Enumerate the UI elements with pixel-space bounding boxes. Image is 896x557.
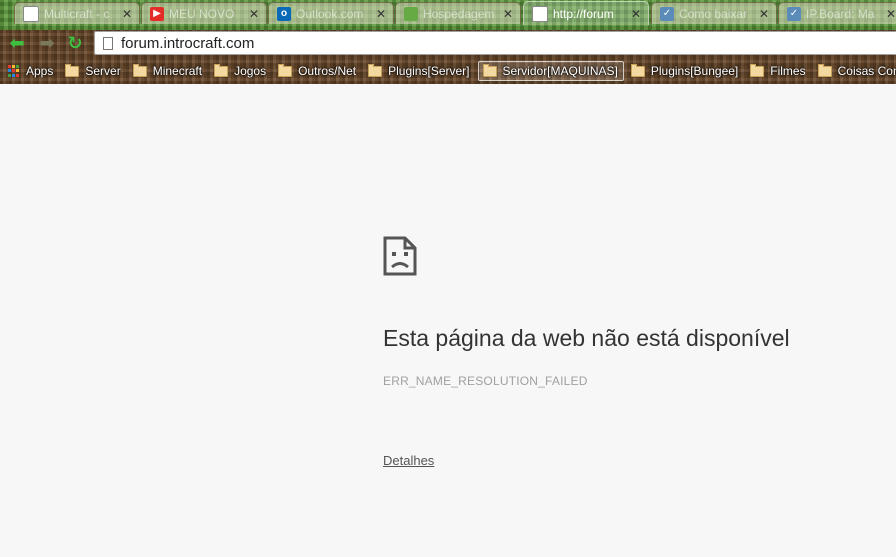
folder-icon: [278, 63, 293, 77]
tab-forum-active[interactable]: http://forum ✕: [523, 1, 649, 25]
forum-icon: ✓: [787, 6, 801, 21]
close-icon[interactable]: ✕: [630, 7, 642, 21]
browser-chrome: Multicraft - c ✕ ▶ MEU NOVO ✕ o Outlook.…: [0, 0, 896, 84]
page-icon: [532, 5, 548, 22]
bookmark-label: Plugins[Bungee]: [650, 64, 739, 78]
bookmark-apps[interactable]: Apps: [4, 61, 58, 81]
bookmark-label: Minecraft: [152, 64, 203, 78]
bookmark-label: Apps: [26, 64, 54, 78]
back-arrow-icon[interactable]: ⬅: [6, 32, 28, 54]
bookmark-folder-coisas-com[interactable]: Coisas Com: [814, 61, 896, 81]
bookmark-folder-plugins-server[interactable]: Plugins[Server]: [364, 61, 474, 81]
tab-strip: Multicraft - c ✕ ▶ MEU NOVO ✕ o Outlook.…: [0, 0, 896, 26]
bookmark-folder-minecraft[interactable]: Minecraft: [129, 61, 207, 81]
folder-icon: [214, 63, 229, 77]
folder-icon: [482, 63, 497, 77]
tab-meu-novo[interactable]: ▶ MEU NOVO ✕: [141, 2, 267, 24]
details-link[interactable]: Detalhes: [383, 453, 434, 468]
bookmark-folder-filmes[interactable]: Filmes: [746, 61, 810, 81]
tab-outlook[interactable]: o Outlook.com ✕: [268, 2, 394, 24]
close-icon[interactable]: ✕: [885, 7, 896, 21]
close-icon[interactable]: ✕: [375, 7, 387, 21]
folder-icon: [750, 63, 765, 77]
tab-ipboard[interactable]: ✓ IP.Board: Ma ✕: [778, 2, 896, 24]
folder-icon: [65, 63, 80, 77]
address-bar[interactable]: forum.introcraft.com: [94, 31, 896, 55]
bookmark-folder-servidor-maquinas[interactable]: Servidor[MAQUINAS]: [477, 61, 624, 81]
apps-grid-icon: [8, 65, 20, 77]
bookmark-label: Servidor[MAQUINAS]: [502, 64, 618, 78]
tab-title: Como baixar: [679, 6, 748, 21]
error-code: ERR_NAME_RESOLUTION_FAILED: [383, 374, 588, 388]
tab-title: http://forum: [553, 6, 614, 21]
bookmark-label: Jogos: [234, 64, 267, 78]
toolbar: ⬅ ➡ ↻ forum.introcraft.com: [0, 28, 896, 58]
reload-icon[interactable]: ↻: [64, 32, 86, 54]
close-icon[interactable]: ✕: [121, 7, 133, 21]
bookmark-label: Server: [85, 64, 121, 78]
bookmark-folder-outros-net[interactable]: Outros/Net: [274, 61, 361, 81]
folder-icon: [132, 63, 147, 77]
tab-hospedagem[interactable]: Hospedagem ✕: [395, 2, 521, 24]
folder-icon: [630, 63, 645, 77]
youtube-icon: ▶: [150, 6, 164, 21]
tab-como-baixar[interactable]: ✓ Como baixar ✕: [651, 2, 777, 24]
bookmark-label: Filmes: [770, 64, 806, 78]
bookmark-label: Outros/Net: [298, 64, 357, 78]
tab-multicraft[interactable]: Multicraft - c ✕: [14, 2, 140, 24]
close-icon[interactable]: ✕: [248, 7, 260, 21]
folder-icon: [368, 63, 383, 77]
error-title: Esta página da web não está disponível: [383, 325, 790, 351]
page-icon: [23, 5, 39, 22]
url-text[interactable]: forum.introcraft.com: [121, 35, 254, 52]
bookmark-label: Coisas Com: [837, 64, 896, 78]
forum-icon: ✓: [660, 6, 674, 21]
tab-title: MEU NOVO: [169, 6, 235, 21]
tab-title: Outlook.com: [296, 6, 364, 21]
close-icon[interactable]: ✕: [502, 7, 514, 21]
tab-title: Multicraft - c: [44, 6, 110, 21]
bookmarks-bar: Apps Server Minecraft Jogos Outros/Net P…: [0, 60, 896, 82]
tab-title: Hospedagem: [423, 6, 495, 21]
folder-icon: [817, 63, 832, 77]
bookmark-folder-plugins-bungee[interactable]: Plugins[Bungee]: [627, 61, 743, 81]
bookmark-label: Plugins[Server]: [388, 64, 470, 78]
page-content: Esta página da web não está disponível E…: [0, 84, 896, 557]
bookmark-folder-server[interactable]: Server: [61, 61, 125, 81]
close-icon[interactable]: ✕: [758, 7, 770, 21]
outlook-icon: o: [277, 6, 291, 21]
forward-arrow-icon[interactable]: ➡: [36, 32, 58, 54]
sad-page-icon: [383, 236, 417, 276]
tab-title: IP.Board: Ma: [806, 6, 875, 21]
page-icon: [103, 36, 113, 50]
bookmark-folder-jogos[interactable]: Jogos: [210, 61, 271, 81]
hosting-icon: [404, 6, 418, 21]
